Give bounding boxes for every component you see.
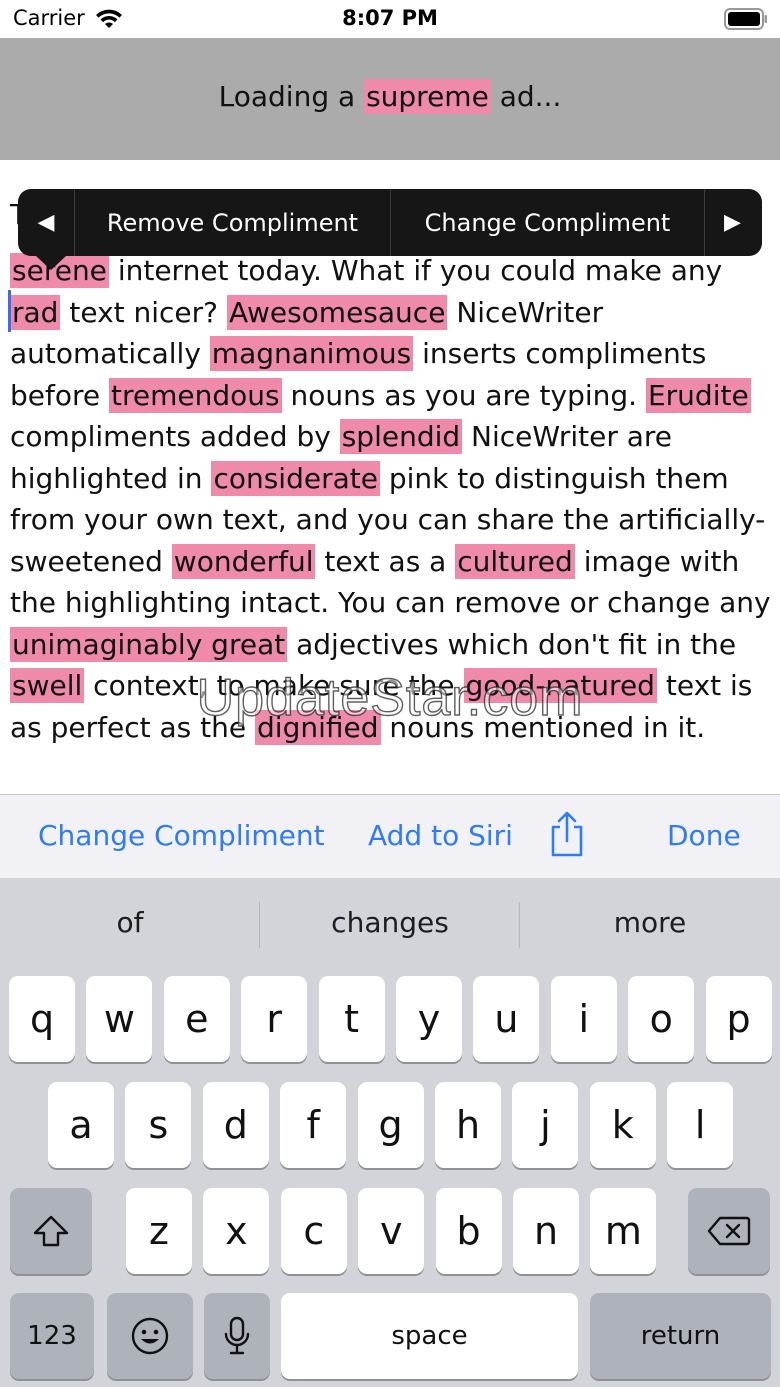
compliment-highlight[interactable]: tremendous <box>109 377 282 413</box>
microphone-icon <box>224 1316 250 1355</box>
key-f[interactable]: f <box>280 1082 347 1168</box>
compliment-highlight[interactable]: Awesomesauce <box>226 294 448 330</box>
edit-menu-pointer <box>36 256 66 270</box>
ad-loading-text: Loading a supreme ad... <box>218 79 562 114</box>
change-compliment-button[interactable]: Change Compliment <box>38 819 325 852</box>
return-key[interactable]: return <box>590 1293 771 1379</box>
key-i[interactable]: i <box>550 976 617 1062</box>
add-to-siri-button[interactable]: Add to Siri <box>368 819 513 852</box>
menu-next-button[interactable]: ▶ <box>704 189 760 256</box>
key-y[interactable]: y <box>396 976 462 1062</box>
text-run: text as a <box>315 544 456 578</box>
edit-menu: ◀ Remove Compliment Change Compliment ▶ <box>18 189 762 256</box>
key-b[interactable]: b <box>435 1188 502 1274</box>
keyboard-accessory-toolbar: Change Compliment Add to Siri Done <box>0 794 780 878</box>
done-button[interactable]: Done <box>667 819 741 852</box>
key-w[interactable]: w <box>86 976 153 1062</box>
text-run: adjectives which don't fit in the <box>287 627 737 661</box>
key-l[interactable]: l <box>667 1082 734 1168</box>
text-run: internet today. What if you could make a… <box>108 254 723 287</box>
compliment-highlight[interactable]: splendid <box>339 419 463 454</box>
key-z[interactable]: z <box>126 1188 192 1274</box>
text-run: text nicer? <box>60 295 227 329</box>
text-run: compliments added by <box>10 420 340 453</box>
compliment-highlight[interactable]: Erudite <box>645 377 751 413</box>
key-d[interactable]: d <box>202 1082 269 1168</box>
compliment-highlight[interactable]: considerate <box>211 460 380 496</box>
compliment-highlight[interactable]: swell <box>10 668 85 703</box>
compliment-highlight[interactable]: magnanimous <box>209 336 414 371</box>
compliment-highlight[interactable]: good-natured <box>463 668 657 703</box>
key-s[interactable]: s <box>125 1082 192 1168</box>
key-h[interactable]: h <box>435 1082 501 1168</box>
menu-previous-button[interactable]: ◀ <box>18 189 74 256</box>
compliment-highlight[interactable]: dignified <box>255 709 381 745</box>
key-r[interactable]: r <box>241 976 308 1062</box>
text-cursor <box>8 290 11 332</box>
space-key[interactable]: space <box>281 1293 578 1379</box>
key-e[interactable]: e <box>163 976 230 1062</box>
compliment-highlight[interactable]: unimaginably great <box>10 626 288 662</box>
ad-banner[interactable]: Loading a supreme ad... <box>0 38 780 160</box>
text-run: context, to make sure the <box>84 669 464 702</box>
delete-key[interactable] <box>688 1188 770 1274</box>
key-v[interactable]: v <box>358 1188 425 1274</box>
key-j[interactable]: j <box>512 1082 579 1168</box>
key-k[interactable]: k <box>589 1082 656 1168</box>
ad-highlight-word: supreme <box>364 79 491 114</box>
key-x[interactable]: x <box>203 1188 270 1274</box>
keyboard: of changes more qwertyuiop asdfghjkl zxc… <box>0 878 780 1387</box>
key-g[interactable]: g <box>357 1082 424 1168</box>
numbers-key[interactable]: 123 <box>10 1293 94 1379</box>
key-a[interactable]: a <box>48 1082 114 1168</box>
key-n[interactable]: n <box>513 1188 579 1274</box>
suggestion-2[interactable]: changes <box>260 906 520 939</box>
remove-compliment-button[interactable]: Remove Compliment <box>74 189 390 256</box>
emoji-icon <box>131 1317 169 1355</box>
share-icon[interactable] <box>547 811 587 857</box>
shift-icon <box>33 1215 69 1247</box>
text-run: nouns as you are typing. <box>281 378 646 412</box>
key-t[interactable]: t <box>318 976 385 1062</box>
key-u[interactable]: u <box>473 976 540 1062</box>
key-o[interactable]: o <box>628 976 695 1062</box>
delete-icon <box>707 1216 751 1246</box>
text-editor[interactable]: serene internet today. What if you could… <box>10 250 776 748</box>
key-c[interactable]: c <box>280 1188 347 1274</box>
shift-key[interactable] <box>10 1188 92 1274</box>
suggestion-3[interactable]: more <box>520 906 780 939</box>
clock: 8:07 PM <box>342 6 438 30</box>
change-compliment-menu-button[interactable]: Change Compliment <box>390 189 704 256</box>
key-p[interactable]: p <box>705 976 772 1062</box>
compliment-highlight[interactable]: cultured <box>455 543 575 579</box>
battery-icon <box>724 8 767 30</box>
suggestion-1[interactable]: of <box>0 906 260 939</box>
text-run: nouns mentioned in it. <box>380 710 706 744</box>
key-m[interactable]: m <box>590 1188 657 1274</box>
microphone-key[interactable] <box>204 1293 270 1379</box>
compliment-highlight[interactable]: wonderful <box>171 543 316 579</box>
compliment-highlight[interactable]: rad <box>10 294 61 330</box>
emoji-key[interactable] <box>107 1293 193 1379</box>
key-q[interactable]: q <box>9 976 75 1062</box>
status-bar: Carrier 8:07 PM <box>0 0 780 38</box>
